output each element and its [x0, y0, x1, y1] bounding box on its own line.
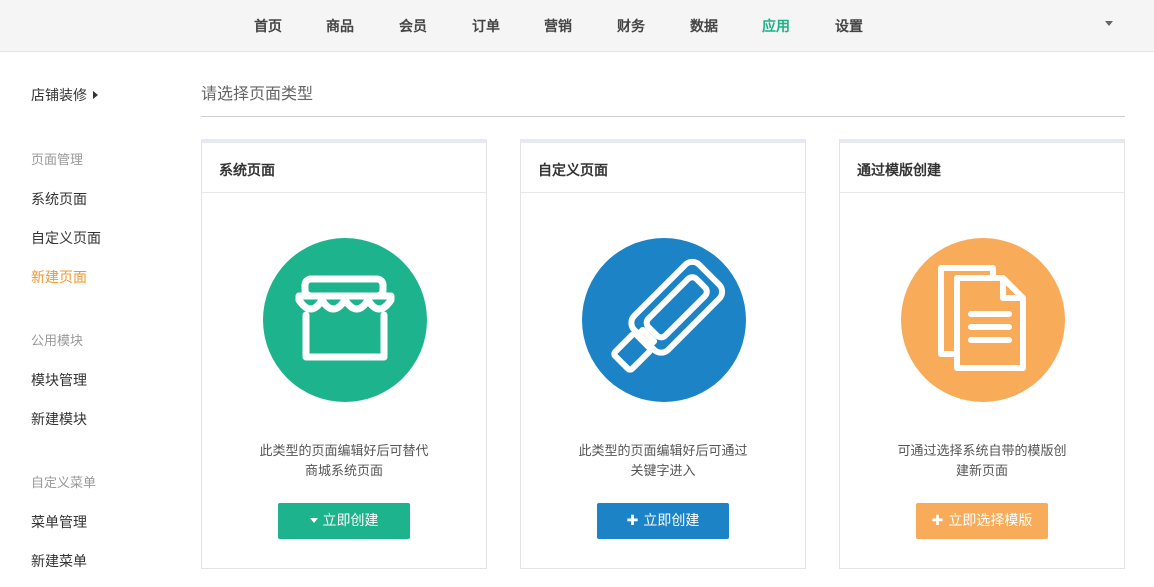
nav-members[interactable]: 会员 — [399, 16, 427, 36]
caret-down-icon — [309, 518, 318, 523]
card-header: 自定义页面 — [521, 143, 805, 193]
nav-apps[interactable]: 应用 — [762, 16, 790, 36]
top-navigation: 首页 商品 会员 订单 营销 财务 数据 应用 设置 — [0, 0, 1154, 52]
nav-data[interactable]: 数据 — [690, 16, 718, 36]
nav-home[interactable]: 首页 — [254, 16, 282, 36]
divider — [201, 116, 1125, 117]
sidebar-item-new-menu[interactable]: 新建菜单 — [31, 551, 87, 571]
sidebar-group-label: 页面管理 — [31, 153, 84, 168]
page-title: 请选择页面类型 — [201, 84, 314, 103]
sidebar-item-new-module[interactable]: 新建模块 — [31, 409, 87, 429]
card-title: 通过模版创建 — [857, 163, 941, 179]
button-label: 立即创建 — [643, 513, 700, 529]
nav-orders[interactable]: 订单 — [472, 16, 500, 36]
sidebar-item-new-page[interactable]: 新建页面 — [31, 267, 87, 287]
documents-icon — [901, 238, 1065, 402]
card-description: 此类型的页面编辑好后可替代 商城系统页面 — [222, 442, 466, 482]
card-header: 通过模版创建 — [840, 143, 1124, 193]
nav-marketing[interactable]: 营销 — [544, 16, 572, 36]
card-title: 系统页面 — [219, 163, 275, 179]
card-description-line: 商城系统页面 — [304, 464, 383, 479]
card-description: 可通过选择系统自带的模版创 建新页面 — [860, 442, 1104, 482]
caret-right-icon — [93, 91, 98, 99]
create-system-page-button[interactable]: 立即创建 — [278, 503, 410, 539]
card-header: 系统页面 — [202, 143, 486, 193]
nav-goods[interactable]: 商品 — [326, 16, 354, 36]
card-description-line: 关键字进入 — [630, 464, 696, 479]
plus-icon: ✚ — [931, 513, 944, 529]
sidebar-title-label: 店铺装修 — [31, 88, 87, 104]
paint-roller-icon — [582, 238, 746, 402]
sidebar-item-custom-pages[interactable]: 自定义页面 — [31, 228, 101, 248]
nav-settings[interactable]: 设置 — [835, 16, 863, 36]
card-system-page: 系统页面 此类型的页面编辑好后可替代 商城系统页面 立即创建 — [201, 139, 487, 569]
card-template-page: 通过模版创建 可通过选择系统自带的模版创 建新页面 ✚ 立即选择模版 — [839, 139, 1125, 569]
button-label: 立即选择模版 — [948, 513, 1033, 529]
card-description-line: 此类型的页面编辑好后可替代 — [259, 444, 429, 459]
account-dropdown-caret-icon[interactable] — [1105, 21, 1113, 26]
storefront-icon — [263, 238, 427, 402]
card-custom-page: 自定义页面 此类型的页面编辑好后可通过 关键字进入 ✚ 立即创建 — [520, 139, 806, 569]
select-template-button[interactable]: ✚ 立即选择模版 — [916, 503, 1048, 539]
sidebar-title[interactable]: 店铺装修 — [31, 85, 98, 105]
button-label: 立即创建 — [322, 513, 379, 529]
create-custom-page-button[interactable]: ✚ 立即创建 — [597, 503, 729, 539]
nav-finance[interactable]: 财务 — [617, 16, 645, 36]
sidebar-group-label: 公用模块 — [31, 334, 84, 349]
sidebar-item-module-management[interactable]: 模块管理 — [31, 370, 87, 390]
card-title: 自定义页面 — [538, 163, 608, 179]
card-description-line: 可通过选择系统自带的模版创 — [897, 444, 1067, 459]
card-description-line: 此类型的页面编辑好后可通过 — [578, 444, 748, 459]
sidebar: 店铺装修 页面管理 系统页面 自定义页面 新建页面 公用模块 模块管理 新建模块… — [0, 53, 175, 587]
sidebar-item-menu-management[interactable]: 菜单管理 — [31, 512, 87, 532]
plus-icon: ✚ — [626, 513, 639, 529]
sidebar-group-label: 自定义菜单 — [31, 476, 97, 491]
card-description-line: 建新页面 — [955, 464, 1008, 479]
card-description: 此类型的页面编辑好后可通过 关键字进入 — [541, 442, 785, 482]
sidebar-item-system-pages[interactable]: 系统页面 — [31, 189, 87, 209]
